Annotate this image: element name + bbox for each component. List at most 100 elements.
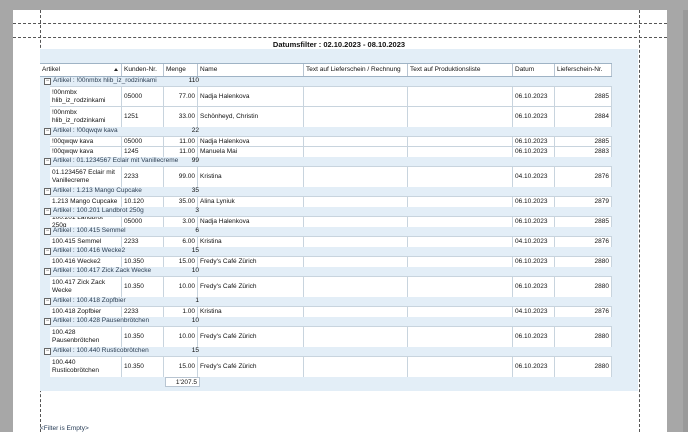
- collapse-icon[interactable]: −: [44, 188, 51, 195]
- cell-ls: 2880: [555, 357, 612, 377]
- group-row[interactable]: − Artikel : !00qwqw kava 22: [40, 126, 612, 136]
- cell-menge: 99.00: [164, 167, 198, 187]
- table-row[interactable]: 01.1234567 Eclair mit Vanillecreme 2233 99…: [50, 166, 612, 187]
- cell-datum: 06.10.2023: [513, 357, 555, 377]
- group-sum: 10: [191, 317, 199, 324]
- cell-menge: 10.00: [164, 277, 198, 297]
- table-row[interactable]: !00nmbx hlib_iz_rodzinkami 1251 33.00 Schön…: [50, 106, 612, 127]
- group-label: Artikel : 100.415 Semmel: [53, 227, 126, 234]
- column-header-c5[interactable]: Text auf Lieferschein / Rechnung: [304, 64, 408, 76]
- collapse-icon[interactable]: −: [44, 268, 51, 275]
- table-row[interactable]: !00nmbx hlib_iz_rodzinkami 05000 77.00 Nadj…: [50, 86, 612, 107]
- group-sum: 10: [191, 267, 199, 274]
- collapse-icon[interactable]: −: [44, 228, 51, 235]
- cell-name: Schönheyd, Christin: [198, 107, 304, 127]
- collapse-icon[interactable]: −: [44, 158, 51, 165]
- group-row[interactable]: − Artikel : 100.416 Wecke2 15: [40, 246, 612, 256]
- sort-ascending-icon: [114, 68, 118, 71]
- cell-kunde: 10.350: [122, 277, 164, 297]
- group-label: Artikel : 100.428 Pausenbrötchen: [53, 317, 150, 324]
- cell-c5: [304, 357, 408, 377]
- group-label: Artikel : 1.213 Mango Cupcake: [53, 187, 142, 194]
- cell-menge: 10.00: [164, 327, 198, 347]
- group-sum: 110: [188, 77, 199, 84]
- group-sum: 6: [195, 227, 199, 234]
- cell-c5: [304, 277, 408, 297]
- column-header-kunde[interactable]: Kunden-Nr.: [122, 64, 164, 76]
- cell-name: Nadja Halenkova: [198, 87, 304, 107]
- column-header-row: Artikel Kunden-Nr. Menge Name Text auf Liefe…: [40, 63, 612, 77]
- cell-datum: 06.10.2023: [513, 327, 555, 347]
- table-row[interactable]: 100.417 Zick Zack Wecke 10.350 10.00 Fredy'…: [50, 276, 612, 297]
- group-label: Artikel : !00nmbx hlib_iz_rodzinkami: [53, 77, 157, 84]
- group-row[interactable]: − Artikel : 100.418 Zopfbier 1: [40, 296, 612, 306]
- cell-artikel: !00nmbx hlib_iz_rodzinkami: [50, 107, 122, 127]
- total-quantity: 1'207.5: [165, 377, 200, 387]
- column-header-menge[interactable]: Menge: [164, 64, 198, 76]
- cell-ls: 2884: [555, 107, 612, 127]
- filter-footer[interactable]: <Filter is Empty>: [40, 425, 89, 432]
- column-header-artikel[interactable]: Artikel: [40, 64, 122, 76]
- group-row[interactable]: − Artikel : 100.417 Zick Zack Wecke 10: [40, 266, 612, 276]
- cell-name: Fredy's Café Zürich: [198, 277, 304, 297]
- collapse-icon[interactable]: −: [44, 208, 51, 215]
- cell-c5: [304, 107, 408, 127]
- cell-c5: [304, 87, 408, 107]
- report-grid: Artikel Kunden-Nr. Menge Name Text auf Liefe…: [40, 49, 638, 391]
- group-sum: 35: [191, 187, 199, 194]
- page-margin-line: [13, 37, 667, 38]
- cell-name: Kristina: [198, 167, 304, 187]
- group-sum: 1: [195, 297, 199, 304]
- cell-ls: 2885: [555, 87, 612, 107]
- cell-c6: [408, 107, 513, 127]
- table-row[interactable]: 100.440 Rusticobrötchen 10.350 15.00 Fredy'…: [50, 356, 612, 377]
- collapse-icon[interactable]: −: [44, 318, 51, 325]
- collapse-icon[interactable]: −: [44, 248, 51, 255]
- group-row[interactable]: − Artikel : !00nmbx hlib_iz_rodzinkami 110: [40, 76, 612, 86]
- cell-ls: 2880: [555, 277, 612, 297]
- cell-kunde: 1251: [122, 107, 164, 127]
- cell-c6: [408, 327, 513, 347]
- column-header-name[interactable]: Name: [198, 64, 304, 76]
- group-sum: 3: [195, 207, 199, 214]
- cell-c6: [408, 87, 513, 107]
- cell-kunde: 05000: [122, 87, 164, 107]
- column-header-c6[interactable]: Text auf Produktionsliste: [408, 64, 513, 76]
- collapse-icon[interactable]: −: [44, 128, 51, 135]
- column-header-ls[interactable]: Lieferschein-Nr.: [555, 64, 612, 76]
- cell-kunde: 10.350: [122, 357, 164, 377]
- group-row[interactable]: − Artikel : 100.428 Pausenbrötchen 10: [40, 316, 612, 326]
- page-margin-line: [13, 23, 667, 24]
- cell-c5: [304, 327, 408, 347]
- group-row[interactable]: − Artikel : 100.201 Landbrot 250g 3: [40, 206, 612, 216]
- cell-artikel: 100.417 Zick Zack Wecke: [50, 277, 122, 297]
- group-label: Artikel : 100.440 Rusticobrötchen: [53, 347, 149, 354]
- vertical-scrollbar[interactable]: [683, 10, 688, 432]
- cell-c6: [408, 277, 513, 297]
- cell-name: Fredy's Café Zürich: [198, 357, 304, 377]
- cell-artikel: 100.440 Rusticobrötchen: [50, 357, 122, 377]
- group-row[interactable]: − Artikel : 100.415 Semmel 6: [40, 226, 612, 236]
- group-label: Artikel : 100.416 Wecke2: [53, 247, 126, 254]
- table-row[interactable]: 100.428 Pausenbrötchen 10.350 10.00 Fredy's…: [50, 326, 612, 347]
- group-row[interactable]: − Artikel : 100.440 Rusticobrötchen 15: [40, 346, 612, 356]
- column-header-datum[interactable]: Datum: [513, 64, 555, 76]
- cell-name: Fredy's Café Zürich: [198, 327, 304, 347]
- collapse-icon[interactable]: −: [44, 348, 51, 355]
- group-sum: 15: [191, 247, 199, 254]
- cell-c6: [408, 167, 513, 187]
- cell-datum: 06.10.2023: [513, 87, 555, 107]
- cell-artikel: 01.1234567 Eclair mit Vanillecreme: [50, 167, 122, 187]
- group-sum: 99: [191, 157, 199, 164]
- group-label: Artikel : 100.418 Zopfbier: [53, 297, 126, 304]
- group-label: Artikel : 100.417 Zick Zack Wecke: [53, 267, 152, 274]
- group-row[interactable]: − Artikel : 01.1234567 Eclair mit Vanille…: [40, 156, 612, 166]
- cell-menge: 15.00: [164, 357, 198, 377]
- collapse-icon[interactable]: −: [44, 78, 51, 85]
- group-row[interactable]: − Artikel : 1.213 Mango Cupcake 35: [40, 186, 612, 196]
- cell-c5: [304, 167, 408, 187]
- cell-ls: 2876: [555, 167, 612, 187]
- collapse-icon[interactable]: −: [44, 298, 51, 305]
- group-sum: 22: [191, 127, 199, 134]
- cell-datum: 06.10.2023: [513, 107, 555, 127]
